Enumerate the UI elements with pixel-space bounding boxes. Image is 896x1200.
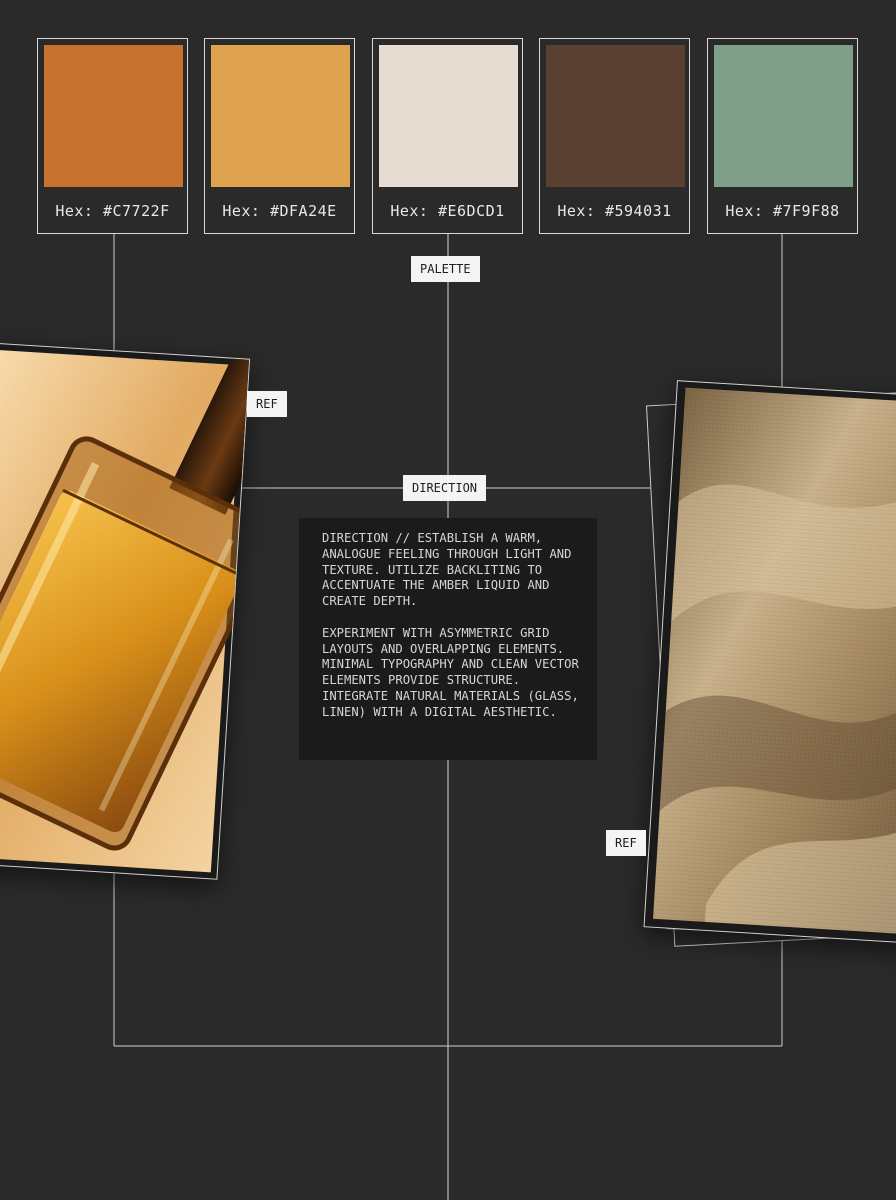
- direction-text-box: DIRECTION // ESTABLISH A WARM, ANALOGUE …: [299, 518, 597, 760]
- palette-tag: PALETTE: [411, 256, 480, 282]
- swatch-color: [714, 45, 853, 187]
- swatch-hex-label: Hex: #C7722F: [55, 202, 170, 220]
- reference-tag: REF: [606, 830, 646, 856]
- swatch-hex-label: Hex: #7F9F88: [725, 202, 840, 220]
- moodboard: Hex: #C7722F Hex: #DFA24E Hex: #E6DCD1 H…: [0, 0, 896, 1200]
- reference-photo-linen[interactable]: [643, 380, 896, 944]
- swatch-card[interactable]: Hex: #594031: [539, 38, 690, 234]
- swatch-color: [211, 45, 350, 187]
- swatch-card[interactable]: Hex: #7F9F88: [707, 38, 858, 234]
- linen-fabric-image: [653, 387, 896, 935]
- reference-tag: REF: [247, 391, 287, 417]
- swatch-hex-label: Hex: #DFA24E: [222, 202, 337, 220]
- swatch-hex-label: Hex: #E6DCD1: [390, 202, 505, 220]
- swatch-color: [546, 45, 685, 187]
- swatch-hex-label: Hex: #594031: [557, 202, 672, 220]
- direction-paragraph: EXPERIMENT WITH ASYMMETRIC GRID LAYOUTS …: [322, 625, 579, 719]
- swatch-card[interactable]: Hex: #E6DCD1: [372, 38, 523, 234]
- swatch-card[interactable]: Hex: #C7722F: [37, 38, 188, 234]
- reference-photo-bottle[interactable]: [0, 342, 251, 880]
- direction-tag: DIRECTION: [403, 475, 487, 501]
- perfume-bottle-image: [0, 343, 250, 873]
- swatch-card[interactable]: Hex: #DFA24E: [204, 38, 355, 234]
- swatch-color: [44, 45, 183, 187]
- direction-paragraph: DIRECTION // ESTABLISH A WARM, ANALOGUE …: [322, 531, 572, 609]
- swatch-color: [379, 45, 518, 187]
